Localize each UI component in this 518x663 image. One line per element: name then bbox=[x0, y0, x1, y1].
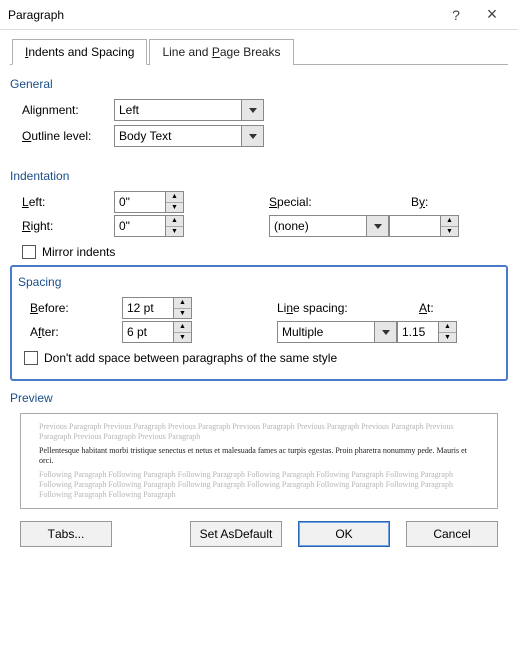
title-bar: Paragraph ? × bbox=[0, 0, 518, 30]
by-spin[interactable]: ▲▼ bbox=[389, 215, 459, 237]
row-indent-left: Left: 0" ▲▼ Special: By: bbox=[22, 191, 508, 213]
before-label: Before: bbox=[30, 301, 122, 315]
dropdown-arrow-icon bbox=[374, 322, 396, 342]
special-label: Special: bbox=[269, 195, 367, 209]
spin-buttons[interactable]: ▲▼ bbox=[440, 216, 458, 236]
spin-buttons[interactable]: ▲▼ bbox=[165, 216, 183, 236]
before-value: 12 pt bbox=[127, 301, 154, 315]
at-label: At: bbox=[419, 301, 434, 315]
indent-left-value: 0" bbox=[119, 195, 130, 209]
special-value: (none) bbox=[274, 219, 309, 233]
alignment-combo[interactable]: Left bbox=[114, 99, 264, 121]
after-label: After: bbox=[30, 325, 122, 339]
indent-left-label: Left: bbox=[22, 195, 114, 209]
window-title: Paragraph bbox=[8, 8, 438, 22]
outline-level-value: Body Text bbox=[119, 129, 171, 143]
line-spacing-combo[interactable]: Multiple bbox=[277, 321, 397, 343]
set-default-button[interactable]: Set As Default bbox=[190, 521, 282, 547]
dropdown-arrow-icon bbox=[241, 100, 263, 120]
tabs-button[interactable]: Tabs... bbox=[20, 521, 112, 547]
indent-right-label: Right: bbox=[22, 219, 114, 233]
before-spin[interactable]: 12 pt ▲▼ bbox=[122, 297, 192, 319]
outline-level-label: Outline level: bbox=[22, 129, 114, 143]
alignment-value: Left bbox=[119, 103, 139, 117]
no-add-space-row: Don't add space between paragraphs of th… bbox=[24, 351, 500, 365]
spin-buttons[interactable]: ▲▼ bbox=[173, 322, 191, 342]
tab-label: age Breaks bbox=[220, 45, 281, 59]
mirror-indents-label: Mirror indents bbox=[42, 245, 115, 259]
section-indentation: Indentation bbox=[10, 169, 508, 183]
tab-indents-spacing[interactable]: Indents and Spacing bbox=[12, 39, 147, 65]
after-spin[interactable]: 6 pt ▲▼ bbox=[122, 321, 192, 343]
spin-buttons[interactable]: ▲▼ bbox=[438, 322, 456, 342]
section-spacing: Spacing bbox=[18, 275, 500, 289]
row-spacing-after: After: 6 pt ▲▼ Multiple 1.15 ▲▼ bbox=[30, 321, 500, 343]
tab-line-page-breaks[interactable]: Line and Page Breaks bbox=[149, 39, 293, 65]
preview-sample-text: Pellentesque habitant morbi tristique se… bbox=[39, 446, 479, 466]
preview-box: Previous Paragraph Previous Paragraph Pr… bbox=[20, 413, 498, 509]
alignment-label: Alignment: bbox=[22, 103, 114, 117]
at-spin[interactable]: 1.15 ▲▼ bbox=[397, 321, 457, 343]
spin-buttons[interactable]: ▲▼ bbox=[173, 298, 191, 318]
outline-level-combo[interactable]: Body Text bbox=[114, 125, 264, 147]
preview-following-text: Following Paragraph Following Paragraph … bbox=[39, 470, 479, 500]
tab-strip: Indents and Spacing Line and Page Breaks bbox=[10, 38, 508, 65]
section-general: General bbox=[10, 77, 508, 91]
row-alignment: Alignment: Left bbox=[22, 99, 508, 121]
by-label: By: bbox=[411, 195, 428, 209]
tab-label: ndents and Spacing bbox=[28, 45, 134, 59]
section-preview: Preview bbox=[10, 391, 508, 405]
dropdown-arrow-icon bbox=[241, 126, 263, 146]
help-button[interactable]: ? bbox=[438, 7, 474, 23]
no-add-space-label: Don't add space between paragraphs of th… bbox=[44, 351, 337, 365]
spacing-highlight-box: Spacing Before: 12 pt ▲▼ Line spacing: A… bbox=[10, 265, 508, 381]
preview-previous-text: Previous Paragraph Previous Paragraph Pr… bbox=[39, 422, 479, 442]
after-value: 6 pt bbox=[127, 325, 147, 339]
no-add-space-checkbox[interactable] bbox=[24, 351, 38, 365]
row-outline-level: Outline level: Body Text bbox=[22, 125, 508, 147]
spin-buttons[interactable]: ▲▼ bbox=[165, 192, 183, 212]
mirror-indents-checkbox[interactable] bbox=[22, 245, 36, 259]
line-spacing-label: Line spacing: bbox=[277, 301, 375, 315]
ok-button[interactable]: OK bbox=[298, 521, 390, 547]
row-spacing-before: Before: 12 pt ▲▼ Line spacing: At: bbox=[30, 297, 500, 319]
mirror-indents-row: Mirror indents bbox=[22, 245, 508, 259]
row-indent-right: Right: 0" ▲▼ (none) ▲▼ bbox=[22, 215, 508, 237]
indent-left-spin[interactable]: 0" ▲▼ bbox=[114, 191, 184, 213]
close-button[interactable]: × bbox=[474, 4, 510, 25]
dropdown-arrow-icon bbox=[366, 216, 388, 236]
dialog-body: Indents and Spacing Line and Page Breaks… bbox=[0, 30, 518, 557]
cancel-button[interactable]: Cancel bbox=[406, 521, 498, 547]
button-bar: Tabs... Set As Default OK Cancel bbox=[10, 509, 508, 547]
indent-right-spin[interactable]: 0" ▲▼ bbox=[114, 215, 184, 237]
line-spacing-value: Multiple bbox=[282, 325, 323, 339]
special-combo[interactable]: (none) bbox=[269, 215, 389, 237]
indent-right-value: 0" bbox=[119, 219, 130, 233]
at-value: 1.15 bbox=[402, 325, 425, 339]
